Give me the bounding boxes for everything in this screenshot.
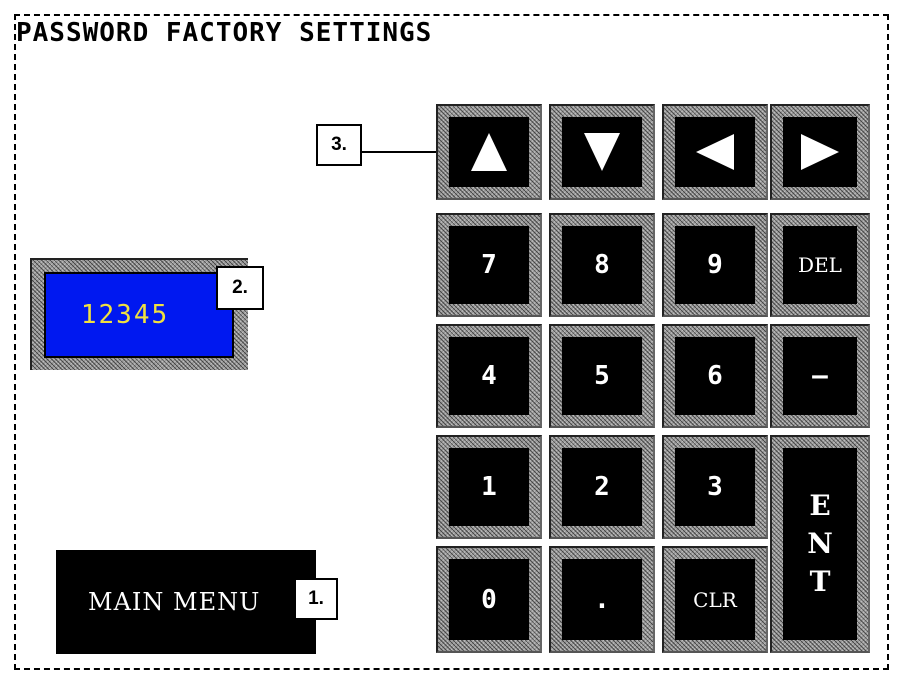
minus-button-face: — xyxy=(783,337,857,415)
password-value: 12345 xyxy=(80,300,170,330)
callout-1: 1. xyxy=(294,578,338,620)
key-2[interactable]: 2 xyxy=(549,435,655,539)
key-8[interactable]: 8 xyxy=(549,213,655,317)
key-8-face: 8 xyxy=(562,226,642,304)
key-2-face: 2 xyxy=(562,448,642,526)
minus-button[interactable]: — xyxy=(770,324,870,428)
key-0[interactable]: 0 xyxy=(436,546,542,653)
key-9[interactable]: 9 xyxy=(662,213,768,317)
dot-label: . xyxy=(594,584,610,615)
key-6-face: 6 xyxy=(675,337,755,415)
left-button[interactable] xyxy=(662,104,768,200)
left-button-face xyxy=(675,117,755,187)
page-title: PASSWORD FACTORY SETTINGS xyxy=(16,18,433,48)
enter-label-n: N xyxy=(807,527,833,560)
dot-button[interactable]: . xyxy=(549,546,655,653)
key-5-label: 5 xyxy=(594,361,610,391)
dot-button-face: . xyxy=(562,559,642,640)
minus-label: — xyxy=(812,361,828,391)
right-button-face xyxy=(783,117,857,187)
down-button-face xyxy=(562,117,642,187)
main-menu-button[interactable]: MAIN MENU xyxy=(56,550,316,654)
down-arrow-icon xyxy=(584,133,620,171)
up-arrow-icon xyxy=(471,133,507,171)
callout-2: 2. xyxy=(216,266,264,310)
up-button[interactable] xyxy=(436,104,542,200)
key-0-label: 0 xyxy=(481,584,497,615)
right-arrow-icon xyxy=(801,134,839,170)
key-9-face: 9 xyxy=(675,226,755,304)
key-1-label: 1 xyxy=(481,472,497,502)
key-1-face: 1 xyxy=(449,448,529,526)
key-6[interactable]: 6 xyxy=(662,324,768,428)
enter-label-t: T xyxy=(809,565,831,598)
enter-label-e: E xyxy=(809,489,831,522)
key-3[interactable]: 3 xyxy=(662,435,768,539)
delete-button-face: DEL xyxy=(783,226,857,304)
key-3-face: 3 xyxy=(675,448,755,526)
key-0-face: 0 xyxy=(449,559,529,640)
key-7[interactable]: 7 xyxy=(436,213,542,317)
clear-button-face: CLR xyxy=(675,559,755,640)
key-6-label: 6 xyxy=(707,361,723,391)
key-5-face: 5 xyxy=(562,337,642,415)
left-arrow-icon xyxy=(696,134,734,170)
key-1[interactable]: 1 xyxy=(436,435,542,539)
key-4[interactable]: 4 xyxy=(436,324,542,428)
key-8-label: 8 xyxy=(594,250,610,280)
key-7-label: 7 xyxy=(481,250,497,280)
up-button-face xyxy=(449,117,529,187)
key-9-label: 9 xyxy=(707,250,723,280)
main-menu-label: MAIN MENU xyxy=(88,588,261,616)
key-7-face: 7 xyxy=(449,226,529,304)
key-5[interactable]: 5 xyxy=(549,324,655,428)
delete-button[interactable]: DEL xyxy=(770,213,870,317)
key-2-label: 2 xyxy=(594,472,610,502)
enter-button[interactable]: E N T xyxy=(770,435,870,653)
key-4-face: 4 xyxy=(449,337,529,415)
enter-button-face: E N T xyxy=(783,448,857,640)
key-3-label: 3 xyxy=(707,472,723,502)
password-display-screen: 12345 xyxy=(44,272,234,358)
clear-label: CLR xyxy=(693,587,737,612)
delete-label: DEL xyxy=(798,253,842,277)
key-4-label: 4 xyxy=(481,361,497,391)
clear-button[interactable]: CLR xyxy=(662,546,768,653)
callout-3: 3. xyxy=(316,124,362,166)
down-button[interactable] xyxy=(549,104,655,200)
right-button[interactable] xyxy=(770,104,870,200)
